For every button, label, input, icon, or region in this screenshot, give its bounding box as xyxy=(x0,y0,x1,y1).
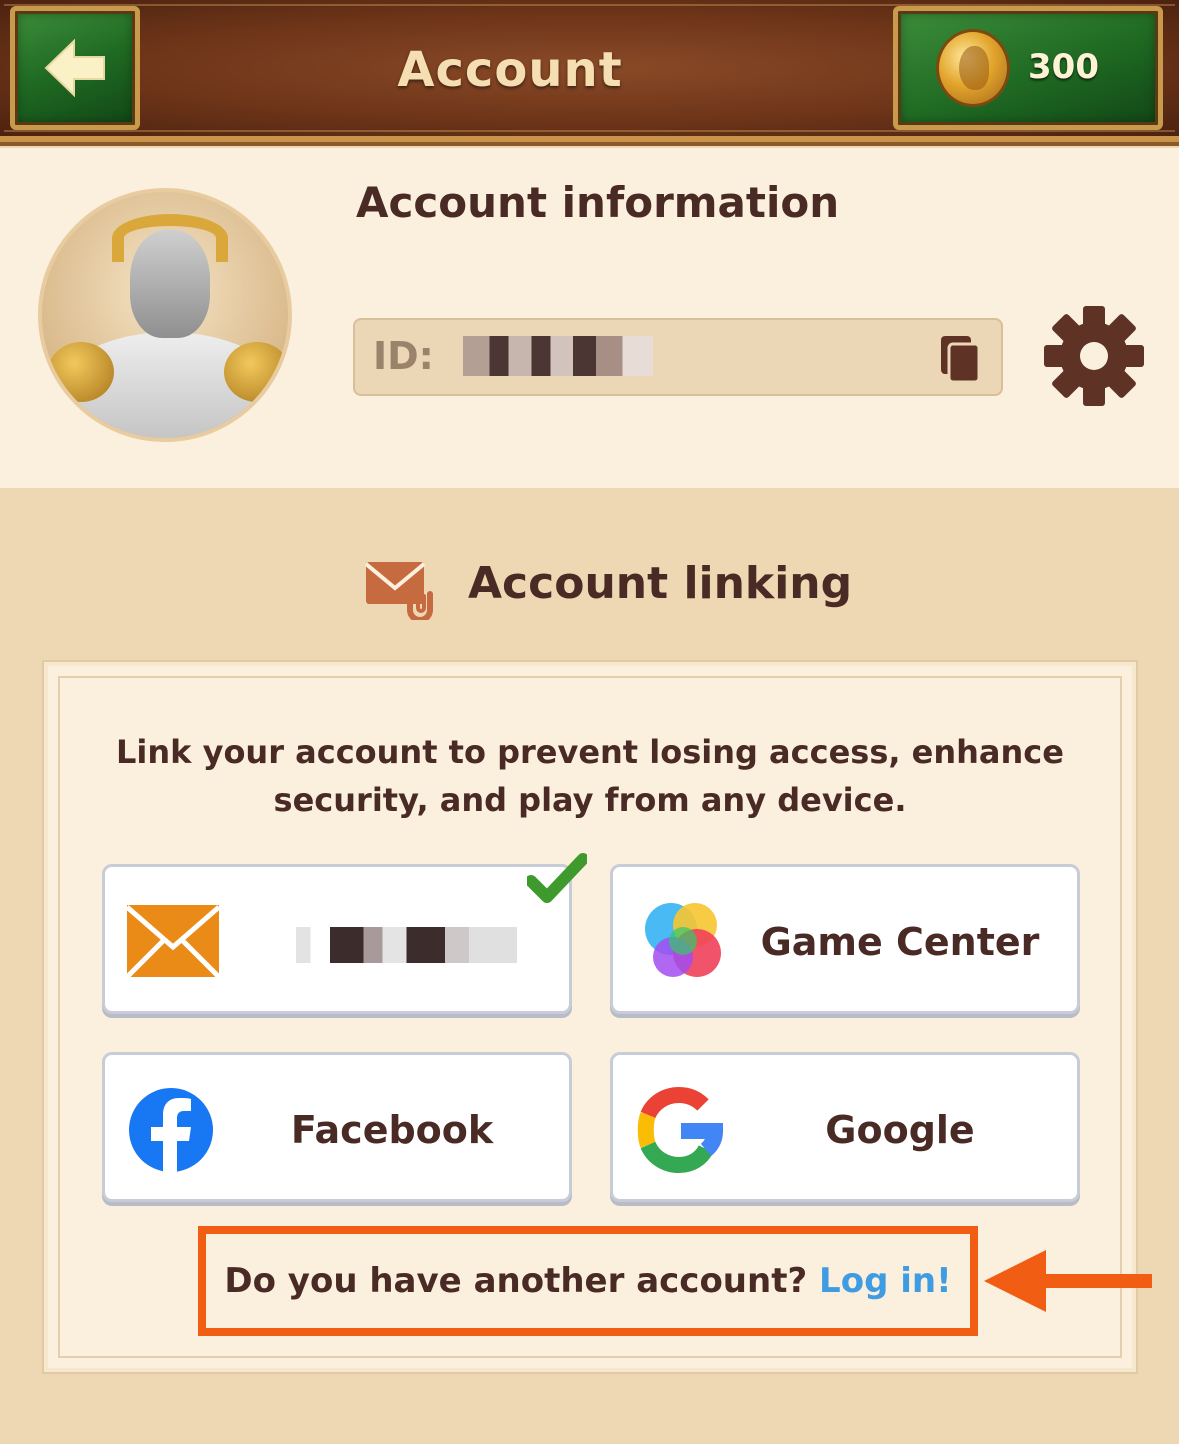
page-title: Account xyxy=(397,42,623,98)
avatar[interactable] xyxy=(38,188,292,442)
gold-coin-icon xyxy=(936,29,1010,107)
login-prompt-text: Do you have another account? xyxy=(224,1261,808,1301)
id-value: ■■■■■■ xyxy=(463,336,653,376)
google-icon xyxy=(637,1087,724,1173)
checkmark-icon xyxy=(527,853,587,903)
account-info-section: Account information ID: ■■■■■■ xyxy=(0,148,1179,488)
linked-email: ■■■■■■ xyxy=(277,927,517,963)
game-center-icon xyxy=(645,903,721,977)
account-info-title: Account information xyxy=(356,178,840,227)
google-label: Google xyxy=(825,1108,975,1152)
coin-balance[interactable]: 300 xyxy=(893,6,1163,130)
game-center-label: Game Center xyxy=(760,920,1040,964)
game-center-link-button[interactable]: Game Center xyxy=(610,864,1080,1014)
arrow-left-icon xyxy=(44,38,105,98)
gear-icon[interactable] xyxy=(1044,304,1144,408)
coin-count: 300 xyxy=(1028,47,1099,87)
id-label: ID: xyxy=(373,334,434,378)
login-highlight-box: Do you have another account? Log in! xyxy=(198,1226,978,1336)
top-bar: Account 300 xyxy=(0,0,1179,142)
email-link-button[interactable]: ■■■■■■ xyxy=(102,853,587,1014)
login-link[interactable]: Log in! xyxy=(819,1261,952,1301)
google-link-button[interactable]: Google xyxy=(610,1052,1080,1202)
facebook-label: Facebook xyxy=(290,1108,494,1152)
login-prompt: Do you have another account? Log in! xyxy=(206,1234,970,1328)
copy-icon[interactable] xyxy=(935,332,985,386)
back-button[interactable] xyxy=(10,6,140,130)
arrow-left-pointer-icon xyxy=(984,1250,1152,1312)
account-linking-title: Account linking xyxy=(468,558,853,609)
player-id-field: ID: ■■■■■■ xyxy=(353,318,1003,396)
facebook-icon xyxy=(129,1088,213,1173)
envelope-icon xyxy=(125,905,221,979)
account-linking-heading: Account linking xyxy=(0,548,1179,628)
facebook-link-button[interactable]: Facebook xyxy=(102,1052,572,1202)
mail-clip-icon xyxy=(364,562,433,620)
linking-description: Link your account to prevent losing acce… xyxy=(116,733,1064,819)
